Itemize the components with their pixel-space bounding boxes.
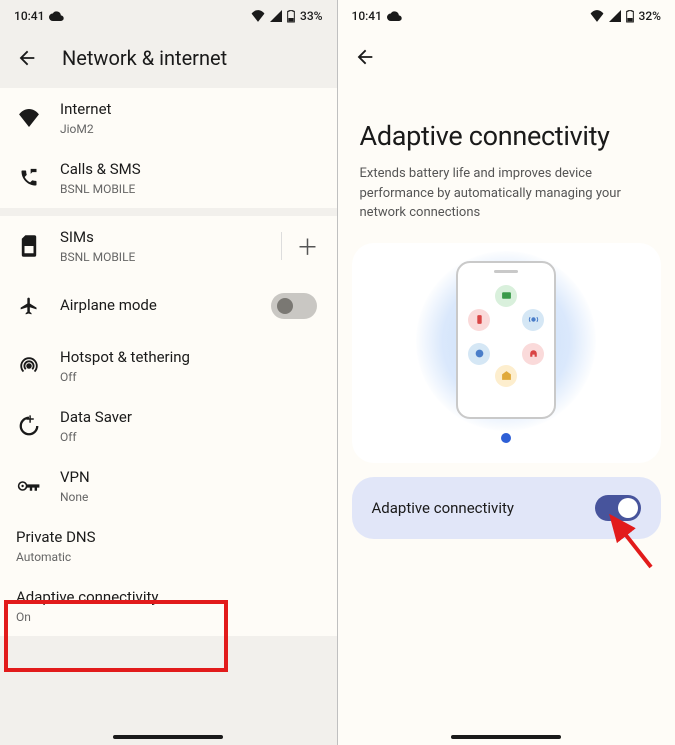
phone-msg-icon — [19, 168, 39, 188]
illus-dot-icon — [522, 309, 544, 331]
sim-icon — [20, 235, 38, 257]
item-title: Internet — [60, 100, 321, 120]
item-sub: JioM2 — [60, 122, 321, 136]
hotspot-icon — [18, 355, 40, 377]
signal-icon — [609, 10, 621, 22]
item-vpn[interactable]: VPN None — [0, 456, 337, 516]
datasaver-icon — [18, 415, 40, 437]
toggle-label: Adaptive connectivity — [372, 499, 514, 517]
page-header: Network & internet — [0, 32, 337, 88]
page-title: Network & internet — [62, 46, 227, 70]
status-battery: 33% — [300, 9, 322, 23]
back-icon[interactable] — [354, 46, 376, 68]
battery-icon — [287, 9, 295, 23]
cloud-icon — [49, 11, 64, 21]
vpn-key-icon — [17, 479, 41, 493]
status-time: 10:41 — [14, 9, 44, 23]
airplane-toggle[interactable] — [271, 293, 317, 319]
item-sub: Off — [60, 370, 321, 384]
nav-bar[interactable] — [113, 735, 223, 739]
back-icon[interactable] — [16, 47, 38, 69]
item-title: Calls & SMS — [60, 160, 321, 180]
status-time: 10:41 — [352, 9, 382, 23]
page-indicator — [501, 433, 511, 443]
illus-dot-icon — [522, 343, 544, 365]
item-calls[interactable]: Calls & SMS BSNL MOBILE — [0, 148, 337, 208]
illustration-card — [352, 243, 662, 463]
item-internet[interactable]: Internet JioM2 — [0, 88, 337, 148]
item-title: Airplane mode — [60, 296, 253, 316]
item-sub: On — [16, 610, 321, 624]
wifi-icon — [18, 109, 40, 127]
item-sub: None — [60, 490, 321, 504]
nav-bar[interactable] — [451, 735, 561, 739]
arrow-annotation — [601, 512, 656, 572]
item-title: Hotspot & tethering — [60, 348, 321, 368]
item-adaptive[interactable]: Adaptive connectivity On — [0, 576, 337, 636]
illus-dot-icon — [495, 365, 517, 387]
page-description: Extends battery life and improves device… — [338, 164, 675, 239]
item-title: Private DNS — [16, 528, 321, 548]
status-battery: 32% — [639, 9, 661, 23]
cloud-icon — [387, 11, 402, 21]
status-bar: 10:41 32% — [338, 0, 675, 32]
item-sub: Off — [60, 430, 321, 444]
wifi-icon — [590, 10, 604, 22]
item-airplane[interactable]: Airplane mode — [0, 276, 337, 336]
item-sims[interactable]: SIMsBSNL MOBILE ＋ — [0, 216, 337, 276]
battery-icon — [626, 9, 634, 23]
airplane-icon — [19, 296, 39, 316]
page-title: Adaptive connectivity — [338, 86, 675, 164]
item-title: Data Saver — [60, 408, 321, 428]
illus-dot-icon — [495, 285, 517, 307]
illus-dot-icon — [468, 309, 490, 331]
item-hotspot[interactable]: Hotspot & tethering Off — [0, 336, 337, 396]
wifi-icon — [251, 10, 265, 22]
item-datasaver[interactable]: Data Saver Off — [0, 396, 337, 456]
item-title: Adaptive connectivity — [16, 588, 321, 608]
item-dns[interactable]: Private DNS Automatic — [0, 516, 337, 576]
add-sim-button[interactable]: ＋ — [281, 232, 318, 260]
item-sub: BSNL MOBILE — [60, 182, 321, 196]
signal-icon — [270, 10, 282, 22]
illus-dot-icon — [468, 343, 490, 365]
status-bar: 10:41 33% — [0, 0, 337, 32]
item-sub: Automatic — [16, 550, 321, 564]
item-title: VPN — [60, 468, 321, 488]
